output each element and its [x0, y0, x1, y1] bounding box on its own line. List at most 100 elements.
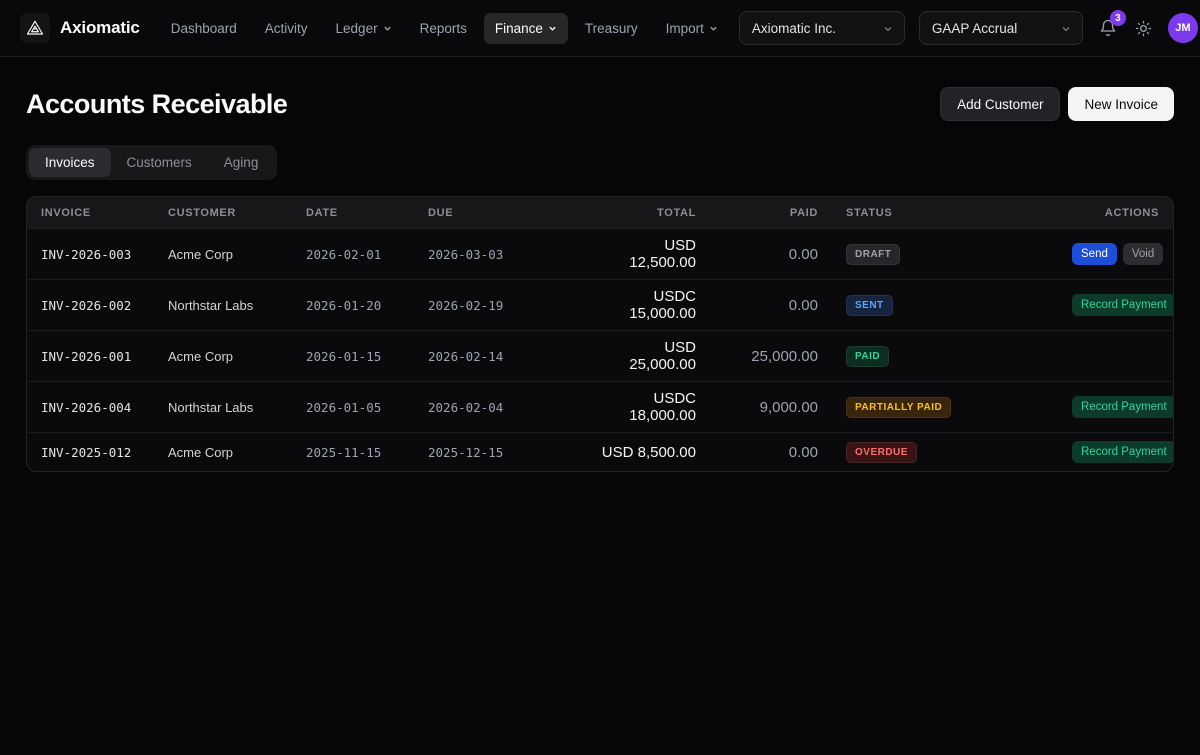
status-cell: OVERDUE [818, 433, 1066, 472]
customer-cell: Acme Corp [168, 229, 306, 280]
due-date-cell: 2026-02-04 [428, 382, 596, 433]
nav-item-ledger-label: Ledger [336, 21, 378, 36]
due-date-cell: 2026-03-03 [428, 229, 596, 280]
new-invoice-button[interactable]: New Invoice [1068, 87, 1174, 121]
tab-aging[interactable]: Aging [208, 148, 275, 177]
customer-cell: Acme Corp [168, 331, 306, 382]
due-date-cell: 2026-02-19 [428, 280, 596, 331]
nav-item-treasury[interactable]: Treasury [574, 13, 649, 44]
table-row[interactable]: INV-2026-004Northstar Labs2026-01-052026… [27, 382, 1173, 433]
avatar[interactable]: JM [1168, 13, 1198, 43]
total-cell: USD 12,500.00 [596, 229, 696, 280]
table-row[interactable]: INV-2026-002Northstar Labs2026-01-202026… [27, 280, 1173, 331]
column-header-date: DATE [306, 197, 428, 229]
total-cell: USDC 18,000.00 [596, 382, 696, 433]
total-cell: USD 8,500.00 [596, 433, 696, 472]
tab-group: Invoices Customers Aging [26, 145, 277, 180]
table-row[interactable]: INV-2026-001Acme Corp2026-01-152026-02-1… [27, 331, 1173, 382]
notification-count-badge: 3 [1110, 10, 1126, 26]
actions-cell [1066, 331, 1173, 382]
status-cell: PAID [818, 331, 1066, 382]
date-cell: 2026-01-20 [306, 280, 428, 331]
column-header-due: DUE [428, 197, 596, 229]
paid-cell: 25,000.00 [696, 331, 818, 382]
triangle-logo-icon [26, 19, 44, 37]
date-cell: 2025-11-15 [306, 433, 428, 472]
accounting-basis-select[interactable]: GAAP Accrual [919, 11, 1083, 45]
app-logo[interactable] [20, 13, 50, 43]
status-cell: DRAFT [818, 229, 1066, 280]
column-header-status: STATUS [818, 197, 1066, 229]
due-date-cell: 2025-12-15 [428, 433, 596, 472]
invoice-id-cell: INV-2026-003 [27, 229, 168, 280]
nav-right-cluster: Axiomatic Inc. GAAP Accrual 3 JM James [739, 11, 1200, 45]
top-navigation: Axiomatic Dashboard Activity Ledger Repo… [0, 0, 1200, 57]
nav-item-finance[interactable]: Finance [484, 13, 568, 44]
chevron-down-icon [883, 24, 892, 33]
actions-cell: Send Void [1066, 229, 1173, 280]
actions-cell: Record PaymentVoid [1066, 433, 1173, 472]
page-title: Accounts Receivable [26, 89, 287, 120]
date-cell: 2026-01-05 [306, 382, 428, 433]
action-button-record-payment[interactable]: Record Payment [1072, 441, 1174, 463]
nav-item-import-label: Import [666, 21, 704, 36]
brand-name: Axiomatic [60, 18, 140, 38]
status-badge: DRAFT [846, 244, 900, 265]
action-button-void[interactable]: Void [1123, 243, 1163, 265]
invoice-id-cell: INV-2026-001 [27, 331, 168, 382]
nav-item-dashboard[interactable]: Dashboard [160, 13, 248, 44]
main-content: Accounts Receivable Add Customer New Inv… [0, 87, 1200, 472]
chevron-down-icon [548, 24, 557, 33]
status-cell: PARTIALLY PAID [818, 382, 1066, 433]
due-date-cell: 2026-02-14 [428, 331, 596, 382]
date-cell: 2026-02-01 [306, 229, 428, 280]
column-header-paid: PAID [696, 197, 818, 229]
chevron-down-icon [709, 24, 718, 33]
status-badge: SENT [846, 295, 893, 316]
action-button-record-payment[interactable]: Record Payment [1072, 396, 1174, 418]
nav-item-activity[interactable]: Activity [254, 13, 319, 44]
action-button-send[interactable]: Send [1072, 243, 1117, 265]
nav-item-finance-label: Finance [495, 21, 543, 36]
actions-cell: Record PaymentVoid [1066, 280, 1173, 331]
invoices-table: INVOICE CUSTOMER DATE DUE TOTAL PAID STA… [27, 197, 1173, 471]
customer-cell: Northstar Labs [168, 382, 306, 433]
entity-select[interactable]: Axiomatic Inc. [739, 11, 905, 45]
status-badge: PAID [846, 346, 889, 367]
action-button-record-payment[interactable]: Record Payment [1072, 294, 1174, 316]
accounting-basis-value: GAAP Accrual [932, 21, 1017, 36]
notifications-button[interactable]: 3 [1097, 17, 1119, 39]
column-header-total: TOTAL [596, 197, 696, 229]
primary-nav: Dashboard Activity Ledger Reports Financ… [160, 13, 729, 44]
total-cell: USD 25,000.00 [596, 331, 696, 382]
table-row[interactable]: INV-2026-003Acme Corp2026-02-012026-03-0… [27, 229, 1173, 280]
customer-cell: Northstar Labs [168, 280, 306, 331]
column-header-customer: CUSTOMER [168, 197, 306, 229]
paid-cell: 0.00 [696, 280, 818, 331]
tab-invoices[interactable]: Invoices [29, 148, 111, 177]
actions-cell: Record PaymentVoid [1066, 382, 1173, 433]
entity-select-value: Axiomatic Inc. [752, 21, 836, 36]
invoice-id-cell: INV-2026-002 [27, 280, 168, 331]
column-header-invoice: INVOICE [27, 197, 168, 229]
theme-toggle-button[interactable] [1133, 18, 1154, 39]
status-badge: PARTIALLY PAID [846, 397, 951, 418]
tab-customers[interactable]: Customers [111, 148, 208, 177]
total-cell: USDC 15,000.00 [596, 280, 696, 331]
status-badge: OVERDUE [846, 442, 917, 463]
chevron-down-icon [383, 24, 392, 33]
invoice-id-cell: INV-2026-004 [27, 382, 168, 433]
add-customer-button[interactable]: Add Customer [940, 87, 1060, 121]
sun-icon [1135, 20, 1152, 37]
paid-cell: 9,000.00 [696, 382, 818, 433]
column-header-actions: ACTIONS [1066, 197, 1173, 229]
paid-cell: 0.00 [696, 229, 818, 280]
invoices-table-card: INVOICE CUSTOMER DATE DUE TOTAL PAID STA… [26, 196, 1174, 472]
nav-item-import[interactable]: Import [655, 13, 729, 44]
table-row[interactable]: INV-2025-012Acme Corp2025-11-152025-12-1… [27, 433, 1173, 472]
status-cell: SENT [818, 280, 1066, 331]
customer-cell: Acme Corp [168, 433, 306, 472]
nav-item-ledger[interactable]: Ledger [325, 13, 403, 44]
nav-item-reports[interactable]: Reports [409, 13, 478, 44]
invoice-id-cell: INV-2025-012 [27, 433, 168, 472]
